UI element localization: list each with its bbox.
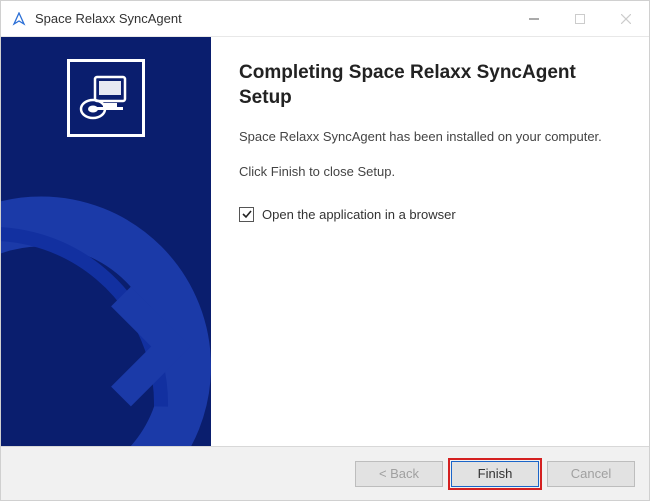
- open-browser-checkbox-row[interactable]: Open the application in a browser: [239, 207, 621, 222]
- cancel-button: Cancel: [547, 461, 635, 487]
- window-title: Space Relaxx SyncAgent: [35, 11, 182, 26]
- page-heading: Completing Space Relaxx SyncAgent Setup: [239, 61, 621, 110]
- installer-window: Space Relaxx SyncAgent: [0, 0, 650, 501]
- footer-bar: < Back Finish Cancel: [1, 446, 649, 500]
- checkmark-icon: [241, 208, 253, 220]
- back-button: < Back: [355, 461, 443, 487]
- installer-logo-icon: [67, 59, 145, 137]
- body-text-1: Space Relaxx SyncAgent has been installe…: [239, 128, 621, 146]
- content-area: Completing Space Relaxx SyncAgent Setup …: [1, 37, 649, 446]
- close-button: [603, 1, 649, 36]
- body-text-2: Click Finish to close Setup.: [239, 163, 621, 181]
- window-controls: [511, 1, 649, 36]
- app-icon: [11, 11, 27, 27]
- main-panel: Completing Space Relaxx SyncAgent Setup …: [211, 37, 649, 446]
- finish-button[interactable]: Finish: [451, 461, 539, 487]
- sidebar-banner: [1, 37, 211, 446]
- open-browser-label: Open the application in a browser: [262, 207, 456, 222]
- titlebar: Space Relaxx SyncAgent: [1, 1, 649, 37]
- open-browser-checkbox[interactable]: [239, 207, 254, 222]
- minimize-button[interactable]: [511, 1, 557, 36]
- maximize-button: [557, 1, 603, 36]
